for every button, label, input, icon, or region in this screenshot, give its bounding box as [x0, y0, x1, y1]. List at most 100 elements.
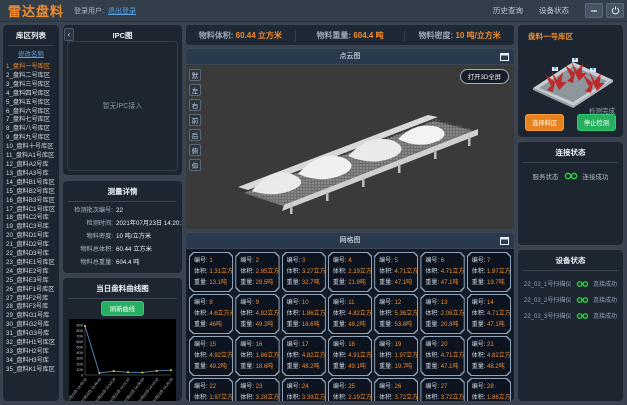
- grid-cell[interactable]: 编号: 4体积: 2.19立方米重量: 21.9吨: [328, 252, 372, 292]
- area-list-item[interactable]: 33_盘料H2号库: [6, 348, 59, 357]
- detail-label: 物料密度:: [67, 230, 113, 243]
- cell-value: 2.19立方米: [348, 395, 378, 401]
- grid-cell[interactable]: 编号: 28体积: 1.86立方米重量: 18.6吨: [467, 378, 511, 401]
- view-button-右[interactable]: 右: [189, 99, 201, 111]
- grid-cell[interactable]: 编号: 25体积: 2.19立方米重量: 21.9吨: [328, 378, 372, 401]
- window-icon[interactable]: [500, 237, 509, 245]
- ipc-empty-text: 暂无IPC接入: [103, 101, 143, 111]
- area-list-item[interactable]: 18_盘料C2号库: [6, 214, 59, 223]
- area-list-item[interactable]: 3_盘料三号库区: [6, 81, 59, 90]
- view-button-仰[interactable]: 仰: [189, 159, 201, 171]
- view-button-默[interactable]: 默: [189, 69, 201, 81]
- area-list-item[interactable]: 14_盘料B1号库区: [6, 179, 59, 188]
- window-icon[interactable]: [500, 53, 509, 61]
- grid-cell[interactable]: 编号: 26体积: 3.72立方米重量: 37.2吨: [374, 378, 418, 401]
- collapse-sidebar-icon[interactable]: ‹: [64, 28, 74, 41]
- area-list-item[interactable]: 25_盘料E3号库: [6, 277, 59, 286]
- area-list-item[interactable]: 24_盘料E2号库: [6, 268, 59, 277]
- view-button-左[interactable]: 左: [189, 84, 201, 96]
- cell-label: 体积:: [425, 311, 440, 317]
- area-list-item[interactable]: 29_盘料G1号库: [6, 312, 59, 321]
- area-list-item[interactable]: 20_盘料D1号库: [6, 232, 59, 241]
- grid-cell[interactable]: 编号: 16体积: 1.86立方米重量: 18.6吨: [235, 336, 279, 376]
- cell-label: 体积:: [472, 269, 487, 275]
- stat-label: 物料密度:: [419, 31, 456, 40]
- grid-cell[interactable]: 编号: 14体积: 4.71立方米重量: 47.1吨: [467, 294, 511, 334]
- area-list-item[interactable]: 7_盘料七号库区: [6, 116, 59, 125]
- area-list-item[interactable]: 10_盘料十号库区: [6, 143, 59, 152]
- refresh-curve-button[interactable]: 刷新曲线: [101, 301, 144, 316]
- area-list-item[interactable]: 1_盘料一号库区: [6, 63, 59, 72]
- grid-cell[interactable]: 编号: 24体积: 3.39立方米重量: 33.9吨: [282, 378, 326, 401]
- area-list-item[interactable]: 9_盘料九号库区: [6, 134, 59, 143]
- area-list-item[interactable]: 11_盘料A1号库区: [6, 152, 59, 161]
- area-list-item[interactable]: 23_盘料E1号库区: [6, 259, 59, 268]
- area-list-item[interactable]: 35_盘料K1号库区: [6, 366, 59, 375]
- grid-cell[interactable]: 编号: 9体积: 4.92立方米重量: 49.2吨: [235, 294, 279, 334]
- grid-cell[interactable]: 编号: 19体积: 1.97立方米重量: 19.7吨: [374, 336, 418, 376]
- cell-value: 49.2吨: [209, 364, 227, 370]
- grid-cell[interactable]: 编号: 17体积: 4.82立方米重量: 48.2吨: [282, 336, 326, 376]
- pointcloud-viewport[interactable]: 默左右前后俯仰 打开3D全屏: [186, 65, 514, 229]
- power-button[interactable]: [606, 3, 624, 18]
- cell-label: 体积:: [333, 395, 348, 401]
- cell-value: 12: [394, 300, 401, 306]
- grid-cell[interactable]: 编号: 21体积: 4.82立方米重量: 48.2吨: [467, 336, 511, 376]
- grid-cell[interactable]: 编号: 18体积: 4.91立方米重量: 49.1吨: [328, 336, 372, 376]
- grid-cell[interactable]: 编号: 23体积: 3.28立方米重量: 32.8吨: [235, 378, 279, 401]
- rename-area-link[interactable]: 修改名称: [3, 46, 59, 61]
- grid-cell[interactable]: 编号: 6体积: 4.71立方米重量: 47.1吨: [420, 252, 464, 292]
- area-list-item[interactable]: 5_盘料五号库区: [6, 99, 59, 108]
- area-list-item[interactable]: 2_盘料二号库区: [6, 72, 59, 81]
- grid-cell[interactable]: 编号: 7体积: 1.97立方米重量: 19.7吨: [467, 252, 511, 292]
- open-3d-fullscreen-button[interactable]: 打开3D全屏: [460, 69, 509, 84]
- area-list-item[interactable]: 15_盘料B2号库区: [6, 188, 59, 197]
- device-status-button[interactable]: 设备状态: [539, 5, 569, 16]
- select-area-button[interactable]: 选择料区: [525, 114, 564, 131]
- cell-label: 体积:: [240, 395, 255, 401]
- selected-area-title: 盘料一号库区: [518, 25, 623, 42]
- cell-label: 重量:: [379, 322, 394, 328]
- grid-cell[interactable]: 编号: 22体积: 1.97立方米重量: 19.7吨: [189, 378, 233, 401]
- grid-cell[interactable]: 编号: 8体积: 4.6立方米重量: 46吨: [189, 294, 233, 334]
- grid-cell[interactable]: 编号: 15体积: 4.92立方米重量: 49.2吨: [189, 336, 233, 376]
- logout-link[interactable]: 退出登录: [108, 6, 136, 16]
- cell-label: 编号:: [472, 258, 487, 264]
- grid-cell[interactable]: 编号: 5体积: 4.71立方米重量: 47.1吨: [374, 252, 418, 292]
- area-list-item[interactable]: 4_盘料四号库区: [6, 90, 59, 99]
- area-list-item[interactable]: 13_盘料A3号库: [6, 170, 59, 179]
- grid-cell[interactable]: 编号: 2体积: 2.95立方米重量: 29.5吨: [235, 252, 279, 292]
- cell-label: 编号:: [240, 300, 255, 306]
- area-list-item[interactable]: 8_盘料八号库区: [6, 125, 59, 134]
- area-list-item[interactable]: 34_盘料H3号库: [6, 357, 59, 366]
- grid-cell[interactable]: 编号: 1体积: 1.31立方米重量: 13.1吨: [189, 252, 233, 292]
- area-list-item[interactable]: 22_盘料D3号库: [6, 250, 59, 259]
- minimize-button[interactable]: [585, 3, 603, 18]
- area-list-item[interactable]: 31_盘料G3号库: [6, 330, 59, 339]
- grid-cell[interactable]: 编号: 13体积: 2.08立方米重量: 20.8吨: [420, 294, 464, 334]
- area-list-item[interactable]: 32_盘料H1号库区: [6, 339, 59, 348]
- cell-value: 5.36立方米: [394, 311, 424, 317]
- area-list-item[interactable]: 16_盘料B3号库区: [6, 197, 59, 206]
- history-query-button[interactable]: 历史查询: [493, 5, 523, 16]
- area-list-item[interactable]: 21_盘料D2号库: [6, 241, 59, 250]
- view-button-后[interactable]: 后: [189, 129, 201, 141]
- area-list: 1_盘料一号库区2_盘料二号库区3_盘料三号库区4_盘料四号库区5_盘料五号库区…: [3, 61, 59, 375]
- cell-label: 体积:: [240, 269, 255, 275]
- area-list-item[interactable]: 26_盘料F1号库区: [6, 286, 59, 295]
- svg-text:400: 400: [76, 350, 83, 355]
- grid-cell[interactable]: 编号: 20体积: 4.71立方米重量: 47.1吨: [420, 336, 464, 376]
- area-list-item[interactable]: 30_盘料G2号库: [6, 321, 59, 330]
- area-list-item[interactable]: 12_盘料A2号库: [6, 161, 59, 170]
- grid-cell[interactable]: 编号: 3体积: 3.27立方米重量: 32.7吨: [282, 252, 326, 292]
- grid-cell[interactable]: 编号: 12体积: 5.36立方米重量: 53.6吨: [374, 294, 418, 334]
- grid-cell[interactable]: 编号: 10体积: 1.86立方米重量: 18.6吨: [282, 294, 326, 334]
- view-button-前[interactable]: 前: [189, 114, 201, 126]
- stop-detect-button[interactable]: 停止检测: [577, 114, 616, 131]
- view-button-俯[interactable]: 俯: [189, 144, 201, 156]
- grid-cell[interactable]: 编号: 11体积: 4.82立方米重量: 48.2吨: [328, 294, 372, 334]
- area-list-item[interactable]: 19_盘料C3号库: [6, 223, 59, 232]
- grid-cell[interactable]: 编号: 27体积: 3.72立方米重量: 37.2吨: [420, 378, 464, 401]
- cell-value: 48.2吨: [487, 364, 505, 370]
- cell-value: 27: [441, 384, 448, 390]
